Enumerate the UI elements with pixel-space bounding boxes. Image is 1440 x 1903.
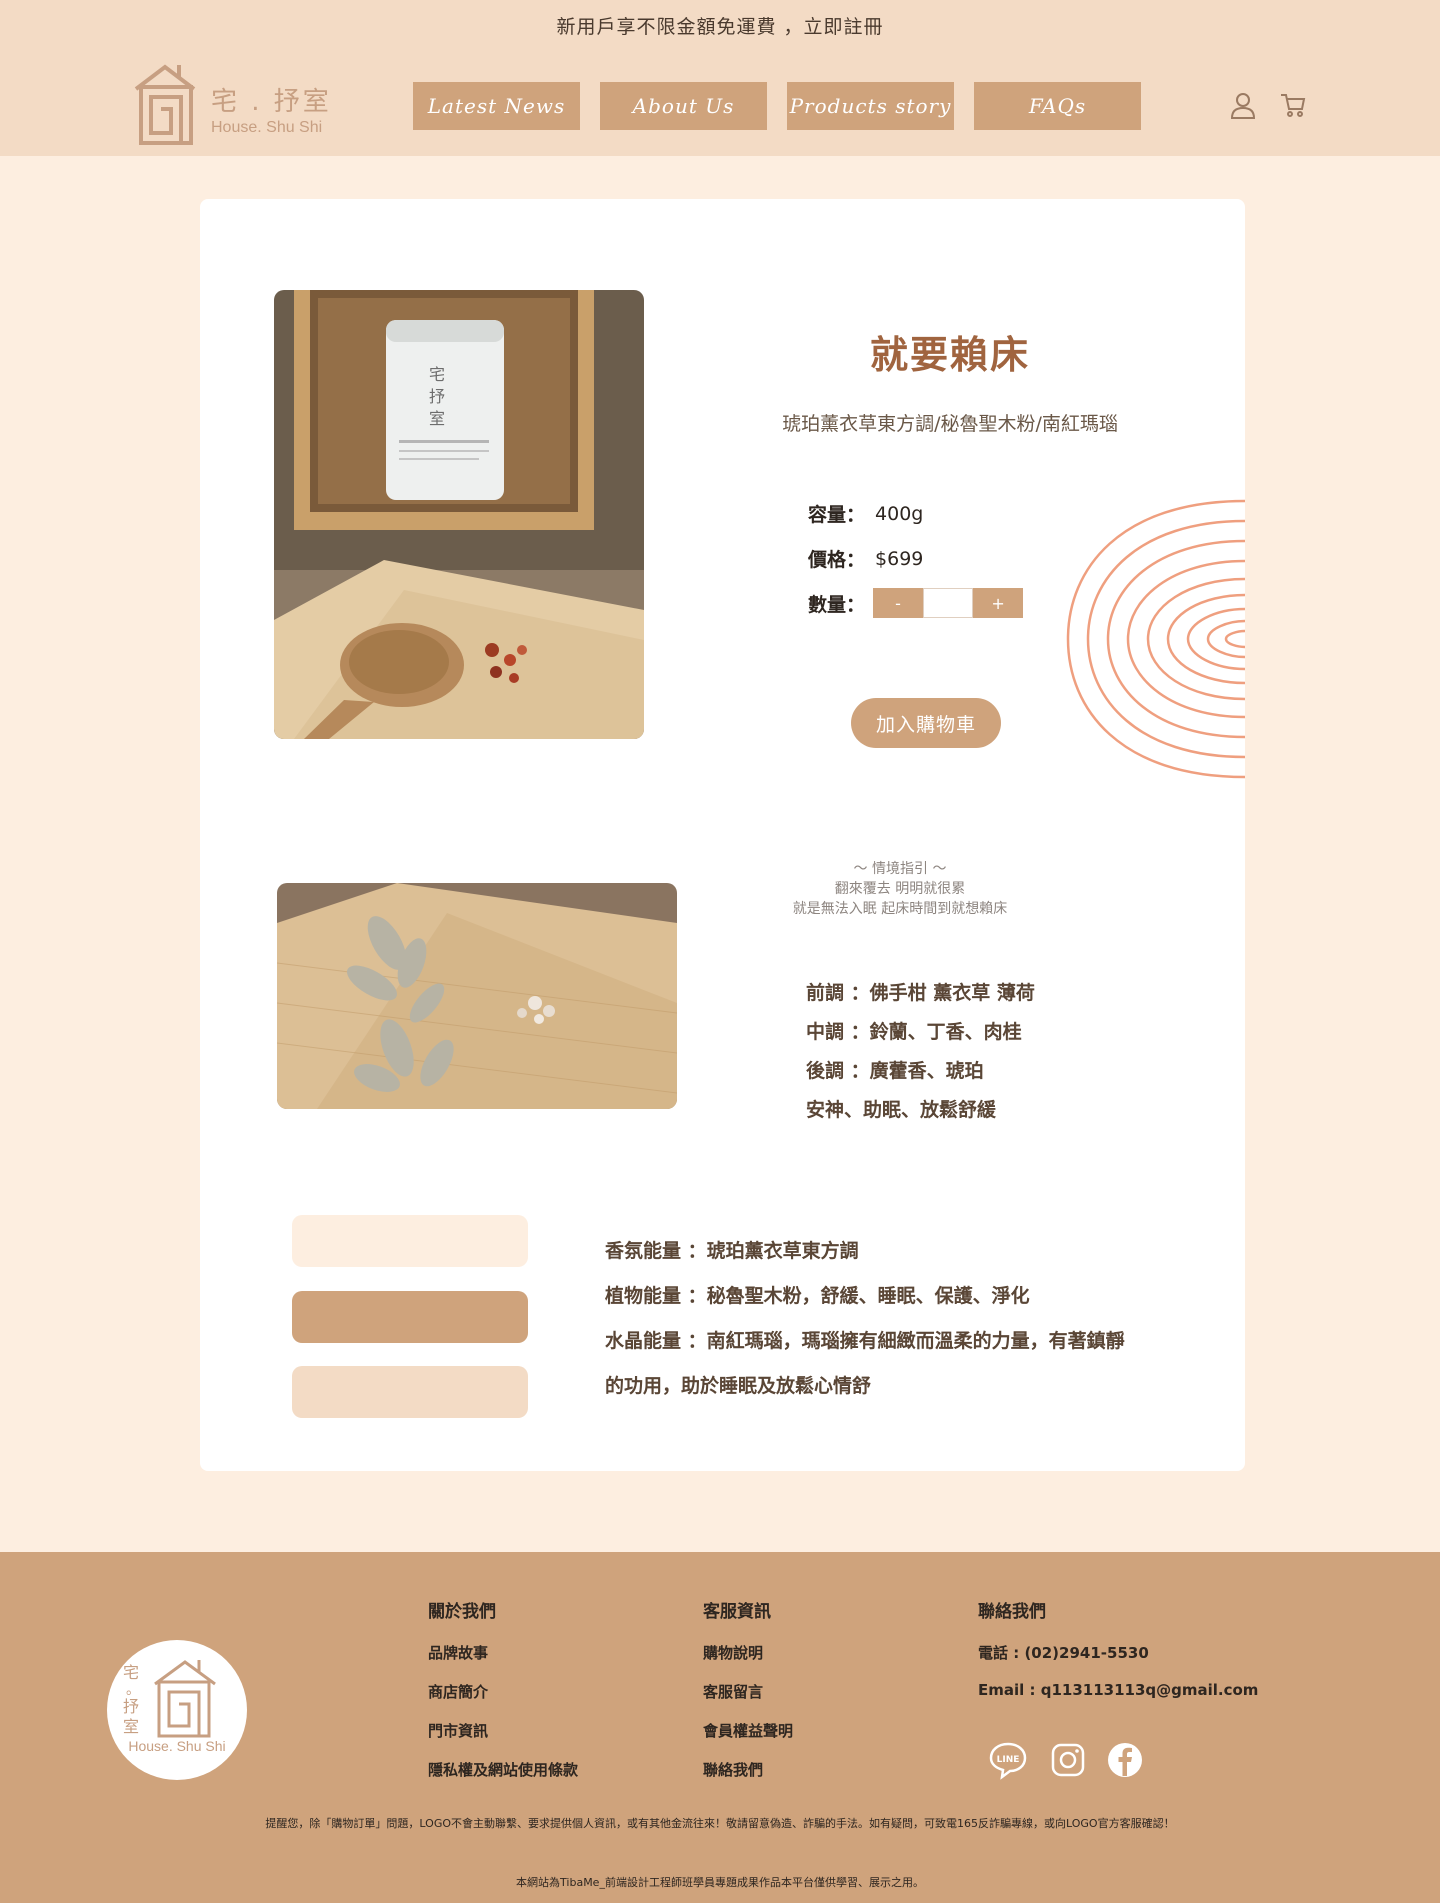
user-icon[interactable] [1228,90,1258,120]
logo-chinese-name: 宅 . 抒室 [211,87,332,117]
footer-contact-heading: 聯絡我們 [978,1602,1046,1622]
scene-guide-line: 翻來覆去 明明就很累 [834,881,966,897]
nav-faqs[interactable]: FAQs [974,82,1141,130]
energy-description: 香氛能量 ：琥珀薰衣草東方調 植物能量 ：秘魯聖木粉，舒緩、睡眠、保護、淨化 水… [605,1229,1185,1409]
middle-note: 中調 ：鈴蘭、丁香、肉桂 [806,1021,1022,1043]
price-value: $699 [875,547,924,570]
footer-contact-column: 聯絡我們 電話 : (02)2941-5530 Email : q1131131… [978,1597,1258,1720]
logo-english-name: House. Shu Shi [211,119,323,136]
footer-logo-name: House. Shu Shi [128,1738,226,1754]
top-note: 前調 ：佛手柑 薰衣草 薄荷 [806,982,1035,1004]
footer-link-store-intro[interactable]: 商店簡介 [428,1681,578,1720]
fragrance-notes: 前調 ：佛手柑 薰衣草 薄荷 中調 ：鈴蘭、丁香、肉桂 後調 ：廣藿香、琥珀 安… [806,974,1035,1130]
nav-products-story[interactable]: Products story [787,82,954,130]
quantity-minus-button[interactable]: - [873,588,924,618]
house-logo-icon [134,64,196,145]
quantity-input[interactable] [923,588,974,618]
capacity-label: 容量： [808,504,866,526]
footer-link-member-rights[interactable]: 會員權益聲明 [703,1720,793,1759]
instagram-icon[interactable] [1048,1740,1088,1780]
footer-service-column: 客服資訊 購物說明 客服留言 會員權益聲明 聯絡我們 [703,1597,793,1798]
color-swatch [292,1366,528,1418]
site-footer: 宅 。 抒 室 House. Shu Shi 關於我們 品牌故事 商店簡介 門市… [0,1552,1440,1903]
footer-link-contact-us[interactable]: 聯絡我們 [703,1759,793,1798]
effect-note: 安神、助眠、放鬆舒緩 [806,1099,997,1121]
footer-link-shopping-guide[interactable]: 購物說明 [703,1642,793,1681]
quantity-row: 數量： - + [808,588,1024,618]
color-swatch [292,1215,528,1267]
line-icon-label: LINE [997,1755,1020,1765]
crystal-energy: 水晶能量 ：南紅瑪瑙，瑪瑙擁有細緻而溫柔的力量，有著鎮靜 [605,1330,1125,1352]
svg-text:抒: 抒 [123,1697,139,1716]
footer-link-store-info[interactable]: 門市資訊 [428,1720,578,1759]
footer-service-heading: 客服資訊 [703,1602,771,1622]
price-label: 價格： [808,549,866,571]
svg-text:室: 室 [123,1717,139,1736]
footer-fraud-warning: 提醒您，除「購物訂單」問題，LOGO不會主動聯繫、要求提供個人資訊，或有其他金流… [265,1817,1175,1830]
product-photo: 宅 抒 室 [274,290,644,739]
crystal-energy-continued: 的功用，助於睡眠及放鬆心情舒 [605,1375,872,1397]
quantity-label: 數量： [808,593,866,616]
footer-disclaimer: 本網站為TibaMe_前端設計工程師班學員專題成果作品本平台僅供學習、展示之用。 [516,1876,924,1889]
footer-email[interactable]: Email : q113113113q@gmail.com [978,1681,1258,1720]
product-detail-card: 宅 抒 室 就要賴床 琥珀薰衣草東方調/秘魯聖木粉/南紅瑪瑙 容量： 400g … [200,199,1245,1471]
promo-banner[interactable]: 新用戶享不限金額免運費 ，立即註冊 [0,12,1440,39]
scene-guide: ～ 情境指引 ～ 翻來覆去 明明就很累 就是無法入眠 起床時間到就想賴床 [750,859,1050,919]
scene-guide-heading: ～ 情境指引 ～ [853,861,947,877]
plant-energy: 植物能量 ：秘魯聖木粉，舒緩、睡眠、保護、淨化 [605,1285,1030,1307]
svg-text:宅: 宅 [123,1663,139,1682]
footer-link-customer-message[interactable]: 客服留言 [703,1681,793,1720]
footer-about-column: 關於我們 品牌故事 商店簡介 門市資訊 隱私權及網站使用條款 [428,1597,578,1798]
concentric-rings-decoration [1066,499,1245,779]
base-note: 後調 ：廣藿香、琥珀 [806,1060,984,1082]
ingredients-photo [277,883,677,1109]
quantity-stepper: - + [873,588,1024,618]
svg-text:室: 室 [429,409,445,428]
aroma-energy: 香氛能量 ：琥珀薰衣草東方調 [605,1240,859,1262]
scene-guide-line: 就是無法入眠 起床時間到就想賴床 [792,901,1008,917]
footer-phone: 電話 : (02)2941-5530 [978,1644,1149,1662]
footer-link-brand-story[interactable]: 品牌故事 [428,1642,578,1681]
nav-about-us[interactable]: About Us [600,82,767,130]
product-subtitle: 琥珀薰衣草東方調/秘魯聖木粉/南紅瑪瑙 [782,413,1118,435]
footer-link-privacy-terms[interactable]: 隱私權及網站使用條款 [428,1759,578,1798]
capacity-row: 容量： 400g [808,500,923,527]
price-row: 價格： $699 [808,545,923,572]
facebook-icon[interactable] [1105,1740,1145,1780]
house-logo-icon: 宅 。 抒 室 [123,1660,216,1738]
capacity-value: 400g [875,502,924,525]
quantity-plus-button[interactable]: + [973,588,1024,618]
cart-icon[interactable] [1278,90,1308,120]
svg-text:。: 。 [126,1682,140,1698]
product-title: 就要賴床 [869,333,1030,377]
add-to-cart-button[interactable]: 加入購物車 [851,698,1001,748]
nav-latest-news[interactable]: Latest News [413,82,580,130]
svg-text:抒: 抒 [429,387,445,406]
color-swatch [292,1291,528,1343]
line-icon[interactable]: LINE [988,1740,1028,1780]
footer-about-heading: 關於我們 [428,1602,496,1622]
footer-logo[interactable]: 宅 。 抒 室 House. Shu Shi [107,1640,247,1780]
site-logo[interactable]: 宅 . 抒室 House. Shu Shi [133,63,333,147]
site-header: 新用戶享不限金額免運費 ，立即註冊 宅 . 抒室 House. Shu Shi … [0,0,1440,156]
svg-text:宅: 宅 [429,365,445,384]
